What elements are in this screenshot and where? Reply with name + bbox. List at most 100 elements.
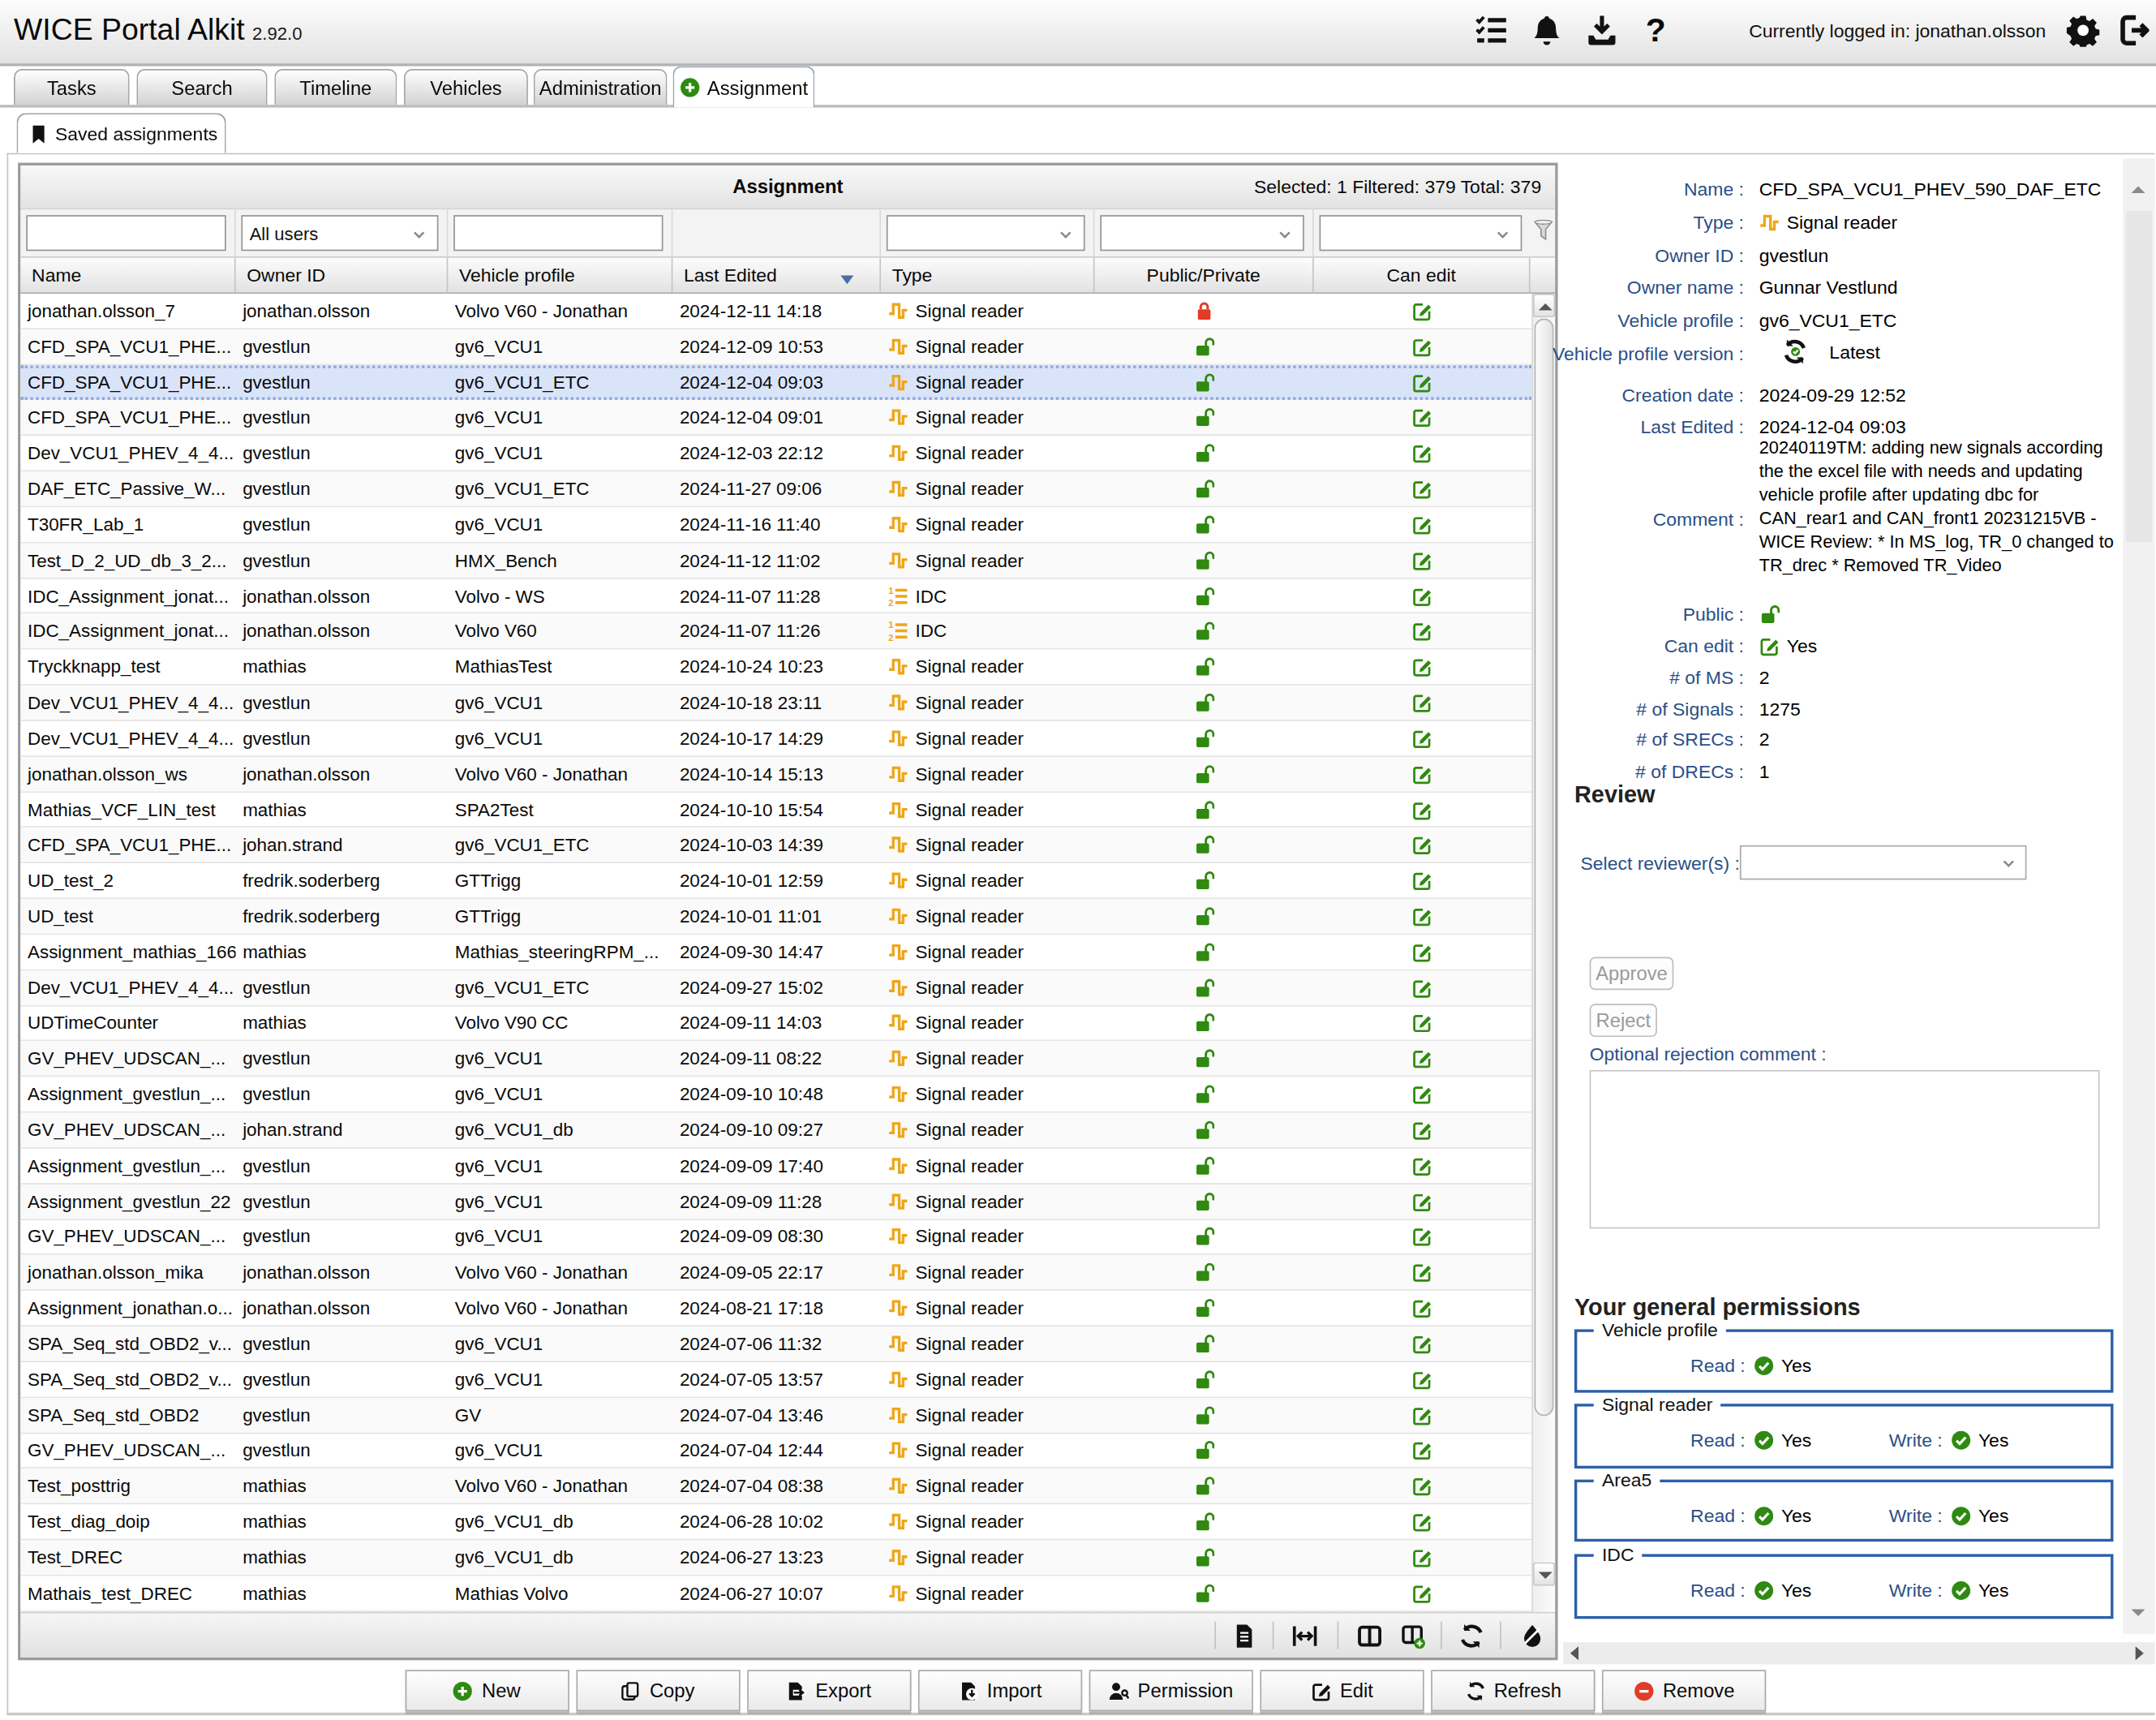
table-row[interactable]: Dev_VCU1_PHEV_4_4...gvestlungv6_VCU12024… bbox=[20, 721, 1531, 757]
scroll-up-button[interactable] bbox=[1533, 294, 1555, 317]
scrollbar-thumb[interactable] bbox=[1535, 319, 1554, 1417]
table-row[interactable]: Assignment_jonathan.o...jonathan.olssonV… bbox=[20, 1291, 1531, 1327]
table-row[interactable]: T30FR_Lab_1gvestlungv6_VCU12024-11-16 11… bbox=[20, 507, 1531, 543]
cell-can-edit[interactable] bbox=[1314, 899, 1531, 933]
table-row[interactable]: Test_posttrigmathiasVolvo V60 - Jonathan… bbox=[20, 1469, 1531, 1505]
cell-can-edit[interactable] bbox=[1314, 401, 1531, 435]
arrow-down-icon[interactable] bbox=[2132, 1609, 2145, 1615]
table-row[interactable]: Test_DRECmathiasgv6_VCU1_db2024-06-27 13… bbox=[20, 1540, 1531, 1576]
tab-assignment[interactable]: Assignment bbox=[672, 67, 814, 108]
cell-can-edit[interactable] bbox=[1314, 1398, 1531, 1432]
cell-can-edit[interactable] bbox=[1314, 329, 1531, 363]
settings-gear-icon[interactable] bbox=[2067, 14, 2100, 47]
page-vertical-scrollbar[interactable] bbox=[2123, 158, 2154, 1634]
table-row[interactable]: Assignment_gvestlun_22gvestlungv6_VCU120… bbox=[20, 1184, 1531, 1219]
arrow-left-icon[interactable] bbox=[1570, 1646, 1578, 1660]
table-row[interactable]: GV_PHEV_UDSCAN_...gvestlungv6_VCU12024-0… bbox=[20, 1219, 1531, 1255]
arrow-up-icon[interactable] bbox=[2132, 186, 2145, 192]
permission-button[interactable]: Permission bbox=[1089, 1670, 1252, 1711]
table-row[interactable]: Tryckknapp_testmathiasMathiasTest2024-10… bbox=[20, 650, 1531, 686]
cell-can-edit[interactable] bbox=[1314, 793, 1531, 827]
table-row[interactable]: Dev_VCU1_PHEV_4_4...gvestlungv6_VCU12024… bbox=[20, 436, 1531, 472]
tab-tasks[interactable]: Tasks bbox=[14, 69, 130, 105]
cell-can-edit[interactable] bbox=[1314, 863, 1531, 897]
table-row[interactable]: SPA_Seq_std_OBD2_v...gvestlungv6_VCU1202… bbox=[20, 1327, 1531, 1362]
export-document-icon[interactable] bbox=[1231, 1623, 1257, 1649]
download-icon[interactable] bbox=[1586, 14, 1619, 47]
page-horizontal-scrollbar[interactable] bbox=[1563, 1642, 2154, 1664]
column-header-public-private[interactable]: Public/Private bbox=[1094, 258, 1313, 292]
cell-can-edit[interactable] bbox=[1314, 650, 1531, 684]
reject-button[interactable]: Reject bbox=[1590, 1004, 1657, 1037]
refresh-latest-icon[interactable] bbox=[1781, 338, 1809, 365]
cell-can-edit[interactable] bbox=[1314, 1113, 1531, 1147]
copy-button[interactable]: Copy bbox=[576, 1670, 740, 1711]
cell-can-edit[interactable] bbox=[1314, 1006, 1531, 1040]
table-row[interactable]: Assignment_gvestlun_...gvestlungv6_VCU12… bbox=[20, 1077, 1531, 1113]
table-row[interactable]: IDC_Assignment_jonat...jonathan.olssonVo… bbox=[20, 578, 1531, 614]
help-icon[interactable]: ? bbox=[1639, 14, 1673, 47]
approve-button[interactable]: Approve bbox=[1590, 957, 1674, 991]
table-row[interactable]: Mathais_test_DRECmathiasMathias Volvo202… bbox=[20, 1576, 1531, 1611]
table-row[interactable]: UDTimeCountermathiasVolvo V90 CC2024-09-… bbox=[20, 1006, 1531, 1042]
cell-can-edit[interactable] bbox=[1314, 1434, 1531, 1468]
rejection-comment-textarea[interactable] bbox=[1590, 1070, 2100, 1228]
edit-button[interactable]: Edit bbox=[1260, 1670, 1424, 1711]
column-header-owner-id[interactable]: Owner ID bbox=[236, 258, 449, 292]
columns-add-icon[interactable] bbox=[1401, 1623, 1427, 1649]
table-row[interactable]: Dev_VCU1_PHEV_4_4...gvestlungv6_VCU12024… bbox=[20, 686, 1531, 721]
cell-can-edit[interactable] bbox=[1314, 1219, 1531, 1253]
filter-funnel-icon[interactable] bbox=[1533, 218, 1553, 244]
refresh-button[interactable]: Refresh bbox=[1431, 1670, 1595, 1711]
filter-can-edit-select[interactable] bbox=[1320, 215, 1523, 251]
cell-can-edit[interactable] bbox=[1314, 507, 1531, 541]
cell-can-edit[interactable] bbox=[1314, 472, 1531, 506]
tab-saved-assignments[interactable]: Saved assignments bbox=[16, 113, 225, 153]
table-row[interactable]: IDC_Assignment_jonat...jonathan.olssonVo… bbox=[20, 614, 1531, 650]
table-row[interactable]: jonathan.olsson_mikajonathan.olssonVolvo… bbox=[20, 1255, 1531, 1291]
cell-can-edit[interactable] bbox=[1314, 1505, 1531, 1539]
table-row[interactable]: Test_D_2_UD_db_3_2...gvestlunHMX_Bench20… bbox=[20, 543, 1531, 578]
scroll-down-button[interactable] bbox=[1533, 1563, 1555, 1586]
table-row[interactable]: CFD_SPA_VCU1_PHE...gvestlungv6_VCU12024-… bbox=[20, 401, 1531, 436]
arrow-right-icon[interactable] bbox=[2136, 1646, 2144, 1660]
tab-search[interactable]: Search bbox=[136, 69, 267, 105]
filter-vehicle-profile-input[interactable] bbox=[453, 215, 663, 251]
scrollbar-thumb[interactable] bbox=[2126, 211, 2152, 542]
cell-can-edit[interactable] bbox=[1314, 1327, 1531, 1361]
cell-can-edit[interactable] bbox=[1314, 436, 1531, 471]
select-reviewers-dropdown[interactable] bbox=[1740, 845, 2027, 879]
cell-can-edit[interactable] bbox=[1314, 1077, 1531, 1112]
cell-can-edit[interactable] bbox=[1314, 970, 1531, 1004]
column-header-can-edit[interactable]: Can edit bbox=[1314, 258, 1531, 292]
cell-can-edit[interactable] bbox=[1314, 294, 1531, 328]
filter-type-select[interactable] bbox=[887, 215, 1085, 251]
table-row[interactable]: Test_diag_doipmathiasgv6_VCU1_db2024-06-… bbox=[20, 1505, 1531, 1541]
cell-can-edit[interactable] bbox=[1314, 757, 1531, 791]
new-button[interactable]: New bbox=[405, 1670, 569, 1711]
table-row[interactable]: jonathan.olsson_wsjonathan.olssonVolvo V… bbox=[20, 757, 1531, 793]
refresh-table-icon[interactable] bbox=[1458, 1623, 1484, 1649]
cell-can-edit[interactable] bbox=[1314, 828, 1531, 862]
table-row[interactable]: SPA_Seq_std_OBD2gvestlunGV2024-07-04 13:… bbox=[20, 1398, 1531, 1434]
cell-can-edit[interactable] bbox=[1314, 721, 1531, 755]
cell-can-edit[interactable] bbox=[1314, 1255, 1531, 1289]
cell-can-edit[interactable] bbox=[1314, 1576, 1531, 1610]
cell-can-edit[interactable] bbox=[1314, 1042, 1531, 1076]
column-width-icon[interactable] bbox=[1292, 1623, 1318, 1649]
table-vertical-scrollbar[interactable] bbox=[1531, 294, 1555, 1612]
filter-name-input[interactable] bbox=[26, 215, 225, 251]
tab-timeline[interactable]: Timeline bbox=[274, 69, 397, 105]
cell-can-edit[interactable] bbox=[1314, 686, 1531, 720]
column-header-last-edited[interactable]: Last Edited bbox=[672, 258, 881, 292]
cell-can-edit[interactable] bbox=[1314, 1540, 1531, 1574]
table-row[interactable]: GV_PHEV_UDSCAN_...gvestlungv6_VCU12024-0… bbox=[20, 1042, 1531, 1077]
export-button[interactable]: Export bbox=[747, 1670, 911, 1711]
table-row[interactable]: UD_testfredrik.soderbergGTTrigg2024-10-0… bbox=[20, 899, 1531, 935]
column-header-vehicle-profile[interactable]: Vehicle profile bbox=[448, 258, 672, 292]
table-row[interactable]: CFD_SPA_VCU1_PHE...johan.strandgv6_VCU1_… bbox=[20, 828, 1531, 863]
cell-can-edit[interactable] bbox=[1314, 1184, 1531, 1218]
filter-public-private-select[interactable] bbox=[1100, 215, 1304, 251]
table-row[interactable]: Assignment_mathias_166mathiasMathias_ste… bbox=[20, 935, 1531, 970]
cell-can-edit[interactable] bbox=[1314, 1469, 1531, 1503]
